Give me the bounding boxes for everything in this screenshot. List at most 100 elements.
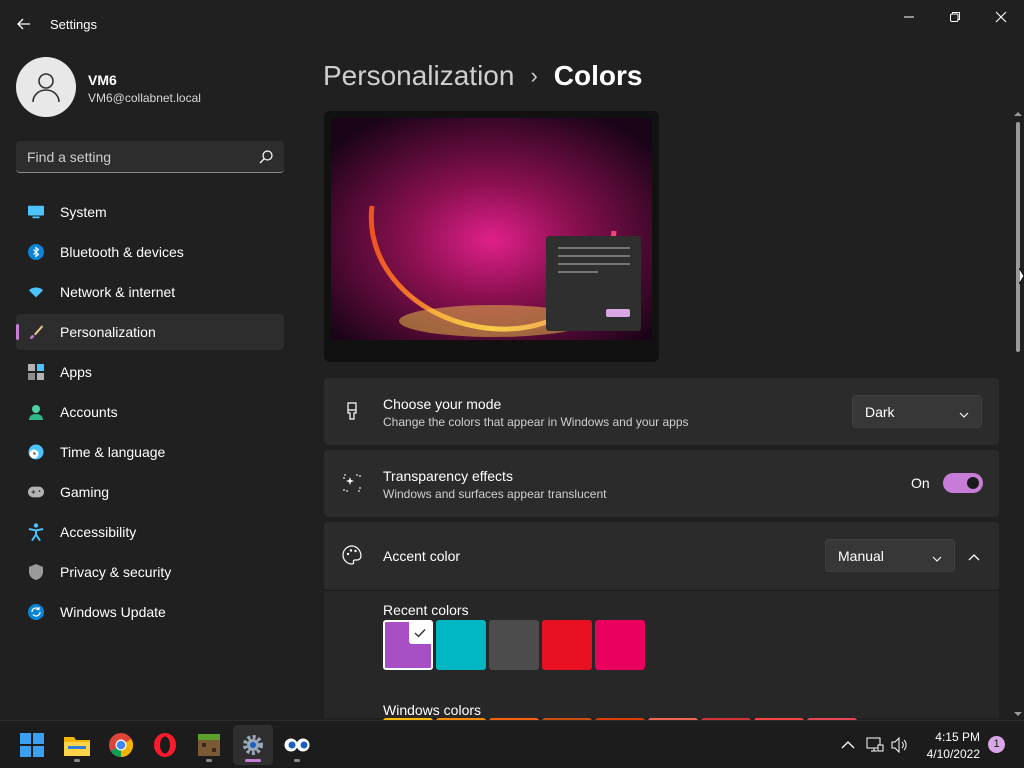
- opera-icon: [154, 733, 176, 757]
- accent-dropdown-value: Manual: [838, 548, 884, 564]
- scroll-thumb[interactable]: [1016, 122, 1020, 352]
- minecraft-icon: [198, 734, 220, 756]
- transparency-state-label: On: [911, 475, 930, 491]
- mode-title: Choose your mode: [383, 396, 502, 412]
- recent-color-swatch[interactable]: [383, 620, 433, 670]
- gamepad-icon: [28, 484, 44, 500]
- notification-badge[interactable]: 1: [988, 736, 1005, 753]
- sidebar-item-network[interactable]: Network & internet: [16, 274, 284, 310]
- taskbar: 4:15 PM 4/10/2022 1: [0, 720, 1024, 768]
- transparency-card: Transparency effects Windows and surface…: [324, 450, 999, 517]
- running-indicator: [206, 759, 212, 762]
- sidebar-item-gaming[interactable]: Gaming: [16, 474, 284, 510]
- restore-button[interactable]: [932, 6, 978, 28]
- toggle-knob: [967, 477, 979, 489]
- scroll-down-icon[interactable]: [1013, 710, 1023, 718]
- app-title: Settings: [50, 17, 97, 32]
- update-icon: [28, 604, 44, 620]
- back-arrow-icon[interactable]: [14, 14, 34, 34]
- taskbar-file-explorer[interactable]: [57, 725, 97, 765]
- taskbar-opera[interactable]: [145, 725, 185, 765]
- accent-color-card[interactable]: Accent color Manual: [324, 522, 999, 590]
- search-input[interactable]: [16, 141, 246, 172]
- monitor-icon: [28, 204, 44, 220]
- paintbrush-icon: [28, 324, 44, 340]
- sidebar-item-apps[interactable]: Apps: [16, 354, 284, 390]
- breadcrumb: Personalization › Colors: [323, 58, 642, 94]
- network-monitor-icon[interactable]: [865, 735, 885, 755]
- title-bar: Settings: [0, 0, 1024, 48]
- breadcrumb-parent[interactable]: Personalization: [323, 60, 514, 92]
- sidebar-item-windows-update[interactable]: Windows Update: [16, 594, 284, 630]
- sidebar-item-privacy-security[interactable]: Privacy & security: [16, 554, 284, 590]
- chevron-down-icon: [932, 551, 942, 562]
- recent-colors-label: Recent colors: [383, 602, 469, 618]
- sidebar-item-system[interactable]: System: [16, 194, 284, 230]
- user-name: VM6: [88, 72, 117, 88]
- minimize-button[interactable]: [886, 6, 932, 28]
- sidebar-item-personalization[interactable]: Personalization: [16, 314, 284, 350]
- chevron-up-icon[interactable]: [838, 735, 858, 755]
- shield-icon: [28, 564, 44, 580]
- sidebar-item-label: Gaming: [60, 484, 110, 500]
- taskbar-tweaking-app[interactable]: [277, 725, 317, 765]
- accent-color-panel: Recent colors Windows colors: [324, 590, 999, 724]
- scroll-up-icon[interactable]: [1013, 110, 1023, 118]
- windows-colors-label: Windows colors: [383, 702, 482, 718]
- sidebar-item-label: Time & language: [60, 444, 166, 460]
- paint-bucket-icon: [342, 401, 362, 421]
- user-email: VM6@collabnet.local: [88, 91, 201, 105]
- choose-mode-card: Choose your mode Change the colors that …: [324, 378, 999, 445]
- mode-dropdown-value: Dark: [865, 404, 895, 420]
- recent-color-swatch[interactable]: [436, 620, 486, 670]
- sidebar-item-accounts[interactable]: Accounts: [16, 394, 284, 430]
- clock-globe-icon: [28, 444, 44, 460]
- taskbar-settings[interactable]: [233, 725, 273, 765]
- accent-title: Accent color: [383, 548, 461, 564]
- mode-dropdown[interactable]: Dark: [852, 395, 982, 428]
- sidebar-item-label: Personalization: [60, 324, 156, 340]
- tweaking-app-icon: [284, 738, 310, 752]
- clock-time[interactable]: 4:15 PM: [932, 730, 980, 744]
- sidebar-item-label: Privacy & security: [60, 564, 172, 580]
- sidebar-item-label: Bluetooth & devices: [60, 244, 184, 260]
- start-button[interactable]: [12, 725, 52, 765]
- recent-color-swatch[interactable]: [542, 620, 592, 670]
- user-icon: [32, 73, 60, 103]
- transparency-toggle[interactable]: [943, 473, 983, 493]
- sidebar-item-bluetooth[interactable]: Bluetooth & devices: [16, 234, 284, 270]
- chevron-up-icon[interactable]: [964, 547, 984, 567]
- sparkle-frame-icon: [342, 473, 362, 493]
- checkmark-icon: [409, 622, 431, 644]
- accent-dropdown[interactable]: Manual: [825, 539, 955, 572]
- windows-start-icon: [20, 733, 44, 757]
- bluetooth-icon: [28, 244, 44, 260]
- sidebar-item-label: Accounts: [60, 404, 118, 420]
- search-icon[interactable]: [258, 149, 274, 165]
- clock-date[interactable]: 4/10/2022: [920, 747, 980, 761]
- taskbar-chrome[interactable]: [101, 725, 141, 765]
- volume-icon[interactable]: [890, 735, 910, 755]
- wifi-icon: [28, 284, 44, 300]
- avatar[interactable]: [16, 57, 76, 117]
- sidebar-item-label: Windows Update: [60, 604, 166, 620]
- person-icon: [28, 404, 44, 420]
- transparency-title: Transparency effects: [383, 468, 513, 484]
- active-indicator: [245, 759, 261, 762]
- page-title: Colors: [553, 60, 643, 91]
- recent-color-swatch[interactable]: [595, 620, 645, 670]
- close-button[interactable]: [978, 6, 1024, 28]
- sidebar-item-time-language[interactable]: Time & language: [16, 434, 284, 470]
- sidebar-item-label: Network & internet: [60, 284, 176, 300]
- recent-color-swatch[interactable]: [489, 620, 539, 670]
- chrome-icon: [109, 733, 133, 757]
- transparency-subtitle: Windows and surfaces appear translucent: [383, 487, 607, 501]
- settings-gear-icon: [243, 735, 263, 755]
- scrollbar[interactable]: [1013, 110, 1023, 718]
- theme-preview: [324, 111, 659, 362]
- search-box[interactable]: [16, 141, 284, 173]
- sidebar-item-accessibility[interactable]: Accessibility: [16, 514, 284, 550]
- file-explorer-icon: [64, 737, 90, 756]
- running-indicator: [74, 759, 80, 762]
- taskbar-minecraft[interactable]: [189, 725, 229, 765]
